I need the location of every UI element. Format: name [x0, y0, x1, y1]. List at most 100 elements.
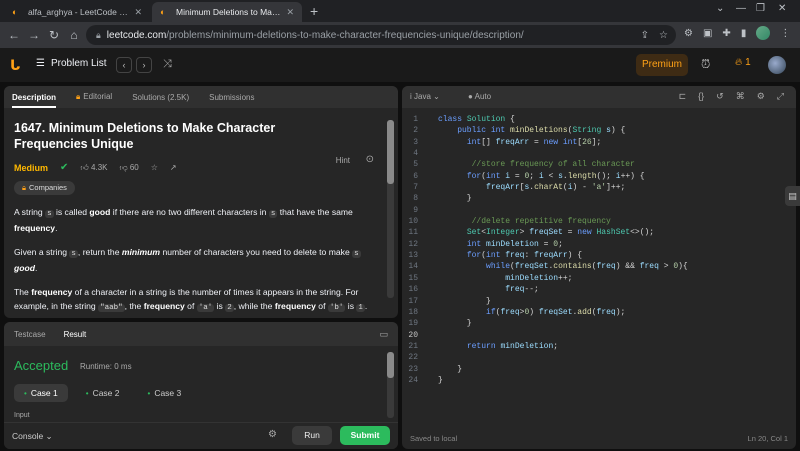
- fullscreen-icon[interactable]: ⤢: [777, 91, 784, 102]
- streak-counter[interactable]: 🔥︎ 1: [735, 57, 751, 68]
- list-icon: ☰: [36, 58, 45, 69]
- code-line: 7 freqArr[s.charAt(i) - 'a']++;: [413, 183, 626, 193]
- extensions: ⚙ ▣ ✚ ▮ ⋮: [684, 26, 790, 40]
- home-icon[interactable]: ⌂: [64, 28, 84, 42]
- forward-icon[interactable]: →: [24, 28, 44, 42]
- close-tab-icon[interactable]: ✕: [134, 7, 142, 18]
- new-tab-icon[interactable]: +: [310, 3, 318, 19]
- code-line: 10 //delete repetitive frequency: [408, 217, 611, 227]
- hint-label[interactable]: Hint: [336, 156, 350, 165]
- thumbs-down-icon: 👎︎: [119, 162, 128, 172]
- tab-search-icon[interactable]: ⌄: [716, 3, 724, 14]
- autocomplete-toggle[interactable]: ● Auto: [468, 92, 491, 101]
- reset-icon[interactable]: ↺: [716, 91, 724, 102]
- console-button[interactable]: Console ⌄: [12, 431, 53, 442]
- share-icon[interactable]: ↗: [170, 163, 177, 172]
- leetcode-favicon-icon: ◐: [12, 7, 18, 17]
- editor-toolbar: i Java ⌄ ● Auto ⊏ {} ↺ ⌘ ⚙ ⤢: [402, 86, 796, 108]
- language-select[interactable]: i Java ⌄: [410, 92, 440, 101]
- url-path: /problems/minimum-deletions-to-make-char…: [166, 29, 524, 41]
- code-line: 21 return minDeletion;: [408, 341, 559, 351]
- leetcode-logo-icon[interactable]: ᒐ: [10, 57, 24, 73]
- premium-button[interactable]: Premium: [636, 54, 688, 76]
- tab-submissions[interactable]: Submissions: [209, 93, 254, 102]
- description-paragraph-2: Given a string s, return the minimum num…: [14, 247, 361, 273]
- lock-icon: 🔒︎: [76, 92, 81, 101]
- result-tabs: Testcase Result ▭: [4, 322, 398, 346]
- browser-tab-profile[interactable]: ◐ alfa_arghya - LeetCode Profile ✕: [4, 2, 150, 22]
- expand-panel-icon[interactable]: ▭: [379, 329, 388, 340]
- case-tabs: • Case 1 • Case 2 • Case 3: [14, 384, 191, 402]
- settings-gear-icon[interactable]: ⚙: [757, 91, 765, 102]
- code-line: 1 class Solution {: [413, 115, 515, 124]
- code-area[interactable]: 1 class Solution { 2 public int minDeleti…: [402, 114, 796, 386]
- case-tab-3[interactable]: • Case 3: [138, 384, 192, 402]
- close-window-icon[interactable]: ✕: [778, 3, 786, 14]
- favorite-star-icon[interactable]: ☆: [151, 163, 158, 172]
- companies-tag[interactable]: 🔒︎ Companies: [14, 181, 75, 195]
- tab-testcase[interactable]: Testcase: [14, 330, 46, 339]
- leetcode-navbar: ᒐ ☰ Problem List ‹ › ⤨ Premium ⏰︎ 🔥︎ 1: [0, 48, 800, 82]
- code-editor-panel: i Java ⌄ ● Auto ⊏ {} ↺ ⌘ ⚙ ⤢ 1 class Solu…: [402, 86, 796, 449]
- address-bar-row: ← → ↻ ⌂ 🔒︎ leetcode.com /problems/minimu…: [0, 22, 800, 48]
- browser-tab-problem[interactable]: ◐ Minimum Deletions to Make Char ✕: [152, 2, 302, 22]
- alarm-clock-icon[interactable]: ⏰︎: [701, 57, 710, 72]
- result-scrollbar[interactable]: [387, 352, 394, 418]
- code-line: 15 minDeletion++;: [408, 273, 573, 283]
- notes-icon[interactable]: ▤: [785, 186, 800, 206]
- sidepanel-icon[interactable]: ▮: [741, 28, 747, 39]
- case-tab-1[interactable]: • Case 1: [14, 384, 68, 402]
- like-button[interactable]: 👍︎ 4.3K: [80, 163, 107, 173]
- shortcuts-icon[interactable]: ⌘: [736, 91, 745, 102]
- url-domain: leetcode.com: [106, 29, 167, 41]
- tab-result[interactable]: Result: [64, 330, 87, 339]
- next-problem-button[interactable]: ›: [136, 57, 152, 73]
- description-panel: Description 🔒︎ Editorial Solutions (2.5K)…: [4, 86, 398, 318]
- problem-meta: Medium ✔ 👍︎ 4.3K 👎︎ 60 ☆ ↗: [14, 162, 388, 173]
- reload-icon[interactable]: ↻: [44, 28, 64, 42]
- tab-editorial[interactable]: 🔒︎ Editorial: [76, 92, 112, 102]
- prev-problem-button[interactable]: ‹: [116, 57, 132, 73]
- url-input[interactable]: 🔒︎ leetcode.com /problems/minimum-deleti…: [86, 25, 676, 45]
- menu-kebab-icon[interactable]: ⋮: [780, 28, 790, 39]
- tab-title: Minimum Deletions to Make Char: [176, 7, 281, 17]
- shuffle-icon[interactable]: ⤨: [163, 58, 172, 71]
- user-avatar[interactable]: [768, 56, 786, 74]
- submit-button[interactable]: Submit: [340, 426, 390, 445]
- action-bar: Console ⌄ ⚙ Run Submit: [4, 422, 398, 449]
- extension-icon[interactable]: ▣: [703, 28, 712, 39]
- code-line: 18 if(freq>0) freqSet.add(freq);: [408, 307, 626, 317]
- close-tab-icon[interactable]: ✕: [286, 7, 294, 18]
- profile-avatar[interactable]: [756, 26, 771, 40]
- more-options-icon[interactable]: ⊙: [366, 154, 374, 165]
- runtime-label: Runtime: 0 ms: [80, 362, 132, 371]
- thumbs-up-icon: 👍︎: [80, 162, 89, 172]
- minimize-icon[interactable]: —: [736, 3, 746, 14]
- back-icon[interactable]: ←: [4, 28, 24, 42]
- maximize-icon[interactable]: ❐: [756, 3, 765, 14]
- share-icon[interactable]: ⇪: [641, 30, 649, 41]
- case-tab-2[interactable]: • Case 2: [76, 384, 130, 402]
- problem-description: 1647. Minimum Deletions to Make Characte…: [4, 108, 398, 318]
- run-button[interactable]: Run: [292, 426, 332, 445]
- code-line: 23 }: [408, 364, 463, 374]
- braces-icon[interactable]: {}: [698, 91, 704, 102]
- scrollbar-thumb[interactable]: [387, 120, 394, 184]
- bookmark-icon[interactable]: ⊏: [679, 91, 687, 102]
- dislike-button[interactable]: 👎︎ 60: [119, 163, 138, 173]
- description-scrollbar[interactable]: [387, 120, 394, 298]
- tab-solutions[interactable]: Solutions (2.5K): [132, 93, 189, 102]
- result-panel: Testcase Result ▭ Accepted Runtime: 0 ms…: [4, 322, 398, 449]
- extensions-puzzle-icon[interactable]: ✚: [722, 28, 730, 39]
- debug-icon[interactable]: ⚙: [268, 429, 277, 440]
- code-line: 19 }: [408, 319, 472, 329]
- tag-icon: 🔒︎: [22, 183, 26, 192]
- problem-list-button[interactable]: ☰ Problem List: [36, 58, 107, 69]
- cursor-position: Ln 20, Col 1: [747, 434, 788, 443]
- extension-icon[interactable]: ⚙: [684, 28, 693, 39]
- problem-title: 1647. Minimum Deletions to Make Characte…: [14, 121, 276, 151]
- tab-description[interactable]: Description: [12, 93, 57, 108]
- scrollbar-thumb[interactable]: [387, 352, 394, 378]
- bookmark-star-icon[interactable]: ☆: [659, 30, 668, 41]
- problem-list-label: Problem List: [50, 58, 107, 69]
